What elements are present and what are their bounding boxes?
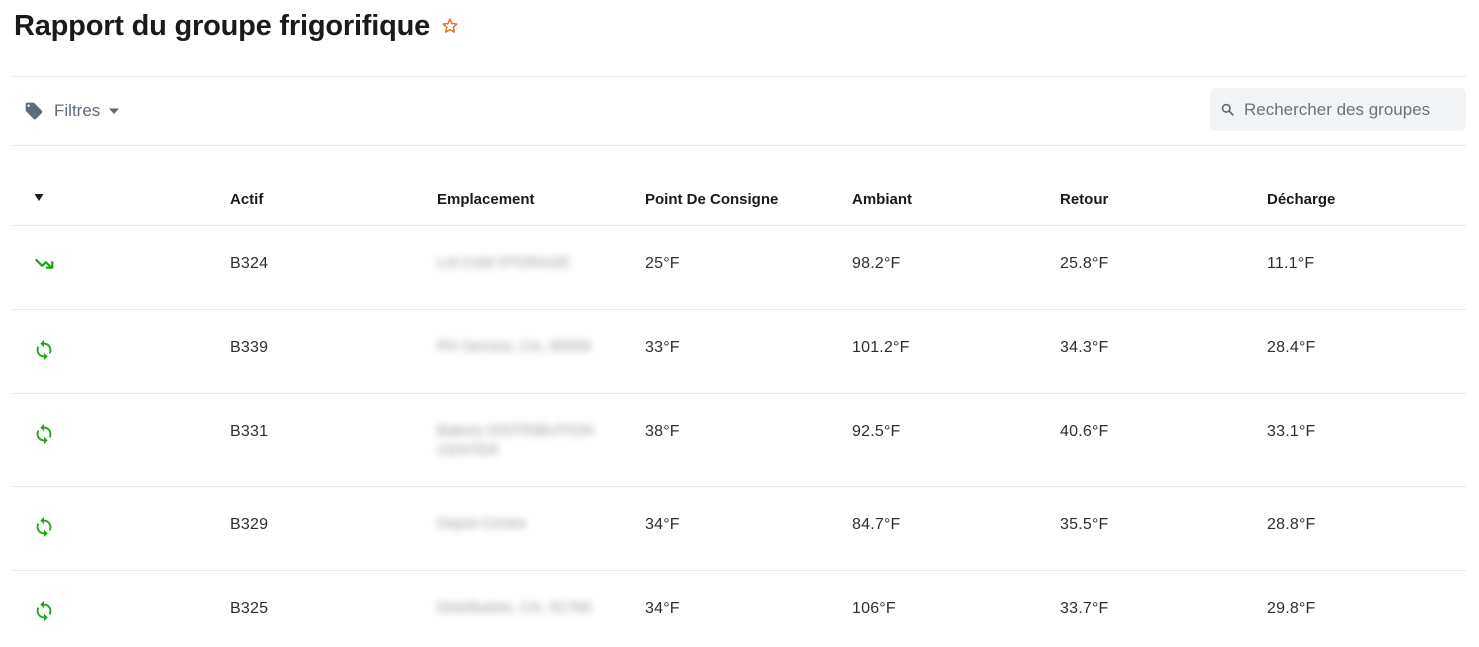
asset-id[interactable]: B325 — [230, 600, 268, 618]
setpoint-value: 38°F — [645, 423, 680, 440]
discharge-value: 28.8°F — [1267, 516, 1316, 533]
divider-top — [13, 76, 1466, 77]
refresh-icon — [33, 339, 55, 361]
ambient-value: 98.2°F — [852, 255, 901, 272]
location-text: Distribution, CA, 91760 — [437, 599, 592, 616]
location-text: Depot Centre — [437, 515, 527, 532]
trending-down-icon — [33, 253, 55, 275]
star-outline-icon[interactable] — [441, 17, 459, 35]
location-text: PH Service, CA, 90000 — [437, 338, 592, 355]
discharge-value: 33.1°F — [1267, 423, 1316, 440]
table-header: Actif Emplacement Point De Consigne Ambi… — [13, 172, 1466, 226]
chevron-down-icon — [108, 105, 120, 117]
column-header-ambient[interactable]: Ambiant — [852, 191, 912, 208]
ambient-value: 101.2°F — [852, 339, 910, 356]
column-header-asset[interactable]: Actif — [230, 191, 263, 208]
tag-icon — [24, 101, 44, 121]
search-input[interactable] — [1244, 99, 1454, 120]
refresh-icon — [33, 516, 55, 538]
asset-id[interactable]: B324 — [230, 255, 268, 273]
table-row[interactable]: B324 Lot Cold STORAGE 25°F 98.2°F 25.8°F… — [13, 226, 1466, 310]
asset-id[interactable]: B329 — [230, 516, 268, 534]
refresh-icon — [33, 423, 55, 445]
divider-toolbar — [13, 145, 1466, 146]
search-box[interactable] — [1210, 88, 1466, 131]
ambient-value: 92.5°F — [852, 423, 901, 440]
ambient-value: 84.7°F — [852, 516, 901, 533]
column-header-discharge[interactable]: Décharge — [1267, 191, 1335, 208]
reefer-table: Actif Emplacement Point De Consigne Ambi… — [13, 172, 1466, 647]
return-value: 34.3°F — [1060, 339, 1109, 356]
return-value: 25.8°F — [1060, 255, 1109, 272]
table-row[interactable]: B329 Depot Centre 34°F 84.7°F 35.5°F 28.… — [13, 487, 1466, 571]
setpoint-value: 33°F — [645, 339, 680, 356]
discharge-value: 11.1°F — [1267, 255, 1315, 272]
table-row[interactable]: B325 Distribution, CA, 91760 34°F 106°F … — [13, 571, 1466, 647]
table-row[interactable]: B331 Bakery DISTRIBUTION CENTER 38°F 92.… — [13, 394, 1466, 487]
return-value: 35.5°F — [1060, 516, 1109, 533]
return-value: 33.7°F — [1060, 600, 1109, 617]
setpoint-value: 25°F — [645, 255, 680, 272]
refresh-icon — [33, 600, 55, 622]
table-row[interactable]: B339 PH Service, CA, 90000 33°F 101.2°F … — [13, 310, 1466, 394]
asset-id[interactable]: B331 — [230, 423, 268, 441]
setpoint-value: 34°F — [645, 516, 680, 533]
discharge-value: 29.8°F — [1267, 600, 1316, 617]
page-title: Rapport du groupe frigorifique — [14, 9, 431, 42]
asset-id[interactable]: B339 — [230, 339, 268, 357]
return-value: 40.6°F — [1060, 423, 1109, 440]
page-header: Rapport du groupe frigorifique — [14, 8, 459, 44]
column-header-location[interactable]: Emplacement — [437, 191, 535, 208]
filters-button[interactable]: Filtres — [24, 100, 120, 122]
location-text: Lot Cold STORAGE — [437, 254, 571, 271]
column-header-setpoint[interactable]: Point De Consigne — [645, 191, 778, 208]
discharge-value: 28.4°F — [1267, 339, 1316, 356]
ambient-value: 106°F — [852, 600, 896, 617]
location-text: Bakery DISTRIBUTION CENTER — [437, 422, 594, 459]
search-icon — [1220, 102, 1235, 117]
setpoint-value: 34°F — [645, 600, 680, 617]
column-header-return[interactable]: Retour — [1060, 191, 1108, 208]
sort-desc-icon[interactable] — [33, 191, 45, 203]
filters-label: Filtres — [54, 101, 101, 120]
